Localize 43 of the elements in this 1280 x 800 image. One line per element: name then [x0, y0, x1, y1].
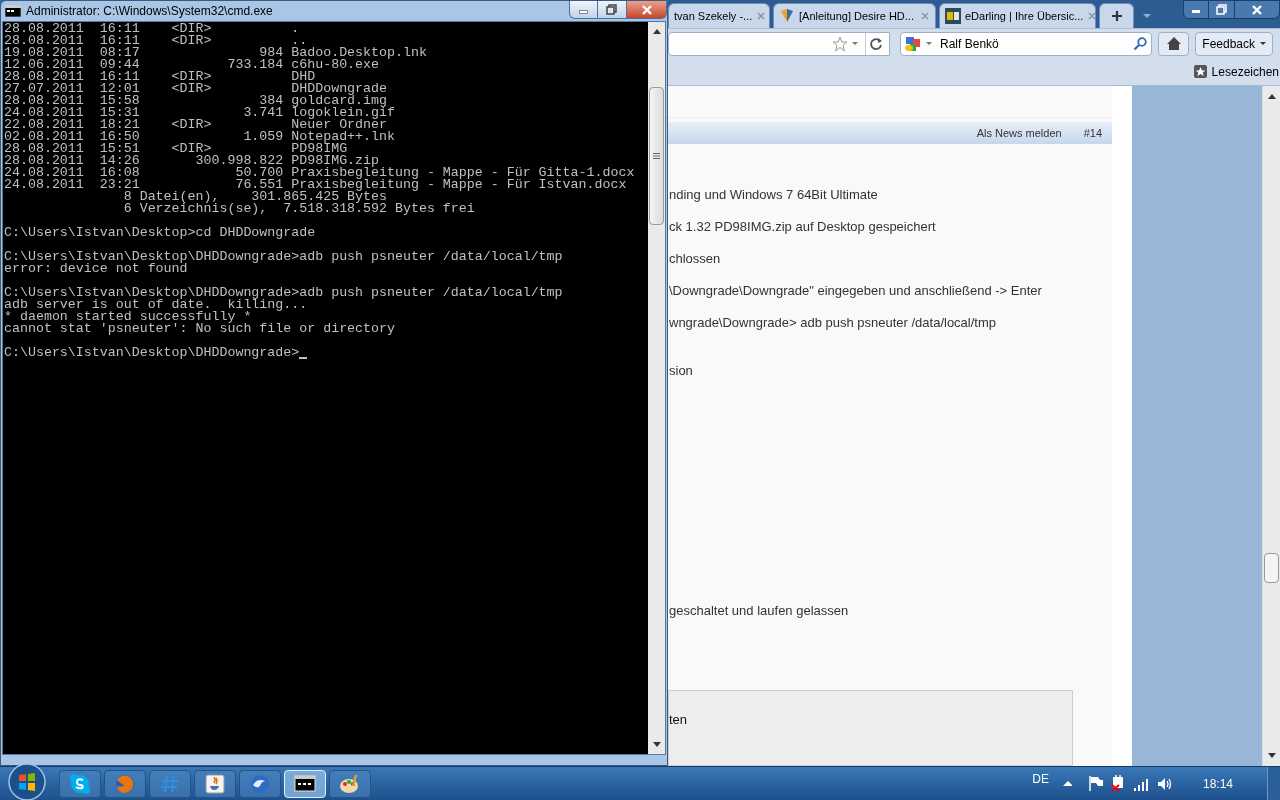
console-line: 19.08.2011 08:17 984 Badoo.Desktop.lnk	[4, 47, 427, 59]
console-line: 22.08.2011 18:21 <DIR> Neuer Ordner	[4, 119, 387, 131]
post-number: #14	[1083, 125, 1102, 141]
console-line: C:\Users\Istvan\Desktop\DHDDowngrade>adb push psneuter /data/local/tmp	[4, 287, 563, 299]
browser-tab[interactable]: tvan Szekely -...	[668, 3, 770, 28]
console-line: 24.08.2011 16:08 50.700 Praxisbegleitung - Mappe - Für Gitta-1.docx	[4, 167, 635, 179]
report-link[interactable]: Als News melden	[976, 124, 1062, 142]
quote-text: ten	[669, 712, 688, 727]
console-line: 8 Datei(en), 301.865.425 Bytes	[122, 191, 387, 203]
console-line: C:\Users\Istvan\Desktop\DHDDowngrade>adb push psneuter /data/local/tmp	[4, 251, 563, 263]
post-text: wngrade\Downgrade> adb push psneuter /data/local/tmp	[669, 314, 998, 332]
console-line: 27.07.2011 12:01 <DIR> DHDDowngrade	[4, 83, 387, 95]
console-line: * daemon started successfully *	[4, 311, 252, 323]
post-text: chlossen	[669, 250, 722, 268]
post-text: ck 1.32 PD98IMG.zip auf Desktop gespeichert	[669, 218, 937, 236]
console-line: 28.08.2011 15:51 <DIR> PD98IMG	[4, 143, 348, 155]
clock[interactable]: 18:14	[1202, 774, 1233, 793]
console-line: C:\Users\Istvan\Desktop>cd DHDDowngrade	[4, 227, 316, 239]
console-line: 28.08.2011 14:26 300.998.822 PD98IMG.zip	[4, 155, 380, 167]
console-line: 28.08.2011 15:58 384 goldcard.img	[4, 95, 387, 107]
window-title: Administrator: C:\Windows\System32\cmd.exe	[26, 3, 273, 20]
post-text: nding und Windows 7 64Bit Ultimate	[669, 186, 879, 204]
console-line: 12.06.2011 09:44 733.184 c6hu-80.exe	[4, 59, 380, 71]
console-line: 28.08.2011 16:11 <DIR> .	[4, 23, 300, 35]
post-text: sion	[669, 362, 694, 380]
console-line: error: device not found	[4, 263, 188, 275]
browser-tab[interactable]: [Anleitung] Desire HD...	[773, 3, 936, 28]
console-line: 28.08.2011 16:11 <DIR> ..	[4, 35, 308, 47]
console-line: 24.08.2011 15:31 3.741 logoklein.gif	[4, 107, 395, 119]
feedback-button[interactable]: Feedback	[1195, 31, 1273, 56]
console-line: 24.08.2011 23:21 76.551 Praxisbegleitung - Mappe - Für Istvan.docx	[4, 179, 627, 191]
post-text: \Downgrade\Downgrade" eingegeben und anschließend -> Enter	[669, 282, 1043, 300]
search-field[interactable]: Ralf Benkö	[900, 31, 1152, 56]
console-line: 6 Verzeichnis(se), 7.518.318.592 Bytes frei	[122, 203, 475, 215]
console-line: cannot stat 'psneuter': No such file or directory	[4, 323, 395, 335]
language-indicator[interactable]: DE	[1032, 769, 1049, 788]
console-line: C:\Users\Istvan\Desktop\DHDDowngrade>	[4, 347, 300, 359]
browser-tab[interactable]: eDarling | Ihre Übersic...	[939, 3, 1096, 28]
bookmarks-button[interactable]: Lesezeichen	[1193, 62, 1279, 81]
console-line: 02.08.2011 16:50 1.059 Notepad++.lnk	[4, 131, 395, 143]
console-line: 28.08.2011 16:11 <DIR> DHD	[4, 71, 316, 83]
console-line: adb server is out of date. killing...	[4, 299, 308, 311]
post-text: geschaltet und laufen gelassen	[669, 602, 850, 620]
